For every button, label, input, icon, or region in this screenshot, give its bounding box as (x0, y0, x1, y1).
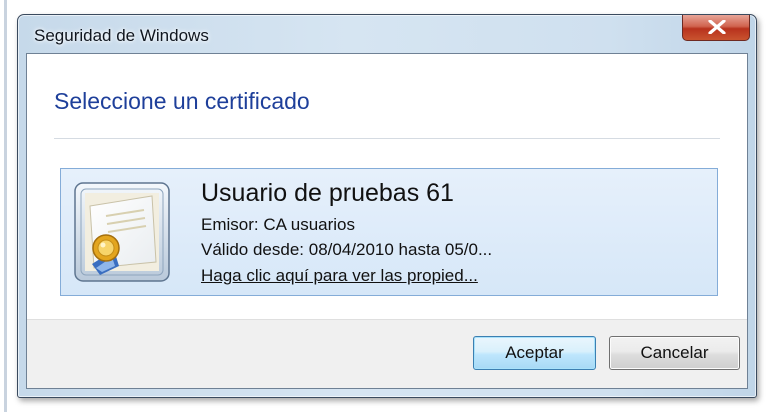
dialog-heading: Seleccione un certificado (54, 88, 310, 114)
window-title: Seguridad de Windows (34, 26, 209, 45)
certificate-tile[interactable]: Usuario de pruebas 61 Emisor: CA usuario… (60, 168, 718, 296)
cancel-button[interactable]: Cancelar (609, 336, 740, 370)
dialog-client-area: Seleccione un certificado Usuario de pru… (26, 53, 748, 389)
certificate-validity: Válido desde: 08/04/2010 hasta 05/0... (201, 240, 493, 259)
title-bar[interactable]: Seguridad de Windows (18, 15, 756, 53)
security-dialog: Seguridad de Windows Seleccione un certi… (17, 14, 757, 398)
close-icon (708, 20, 726, 34)
certificate-properties-link[interactable]: Haga clic aquí para ver las propied... (201, 266, 478, 286)
dialog-footer: Aceptar Cancelar (27, 319, 747, 388)
heading-divider (54, 138, 720, 139)
close-button[interactable] (682, 15, 750, 41)
certificate-name: Usuario de pruebas 61 (201, 179, 454, 207)
certificate-icon (74, 182, 170, 282)
certificate-issuer: Emisor: CA usuarios (201, 215, 355, 234)
ok-button[interactable]: Aceptar (473, 336, 596, 370)
background-rule (4, 0, 7, 412)
